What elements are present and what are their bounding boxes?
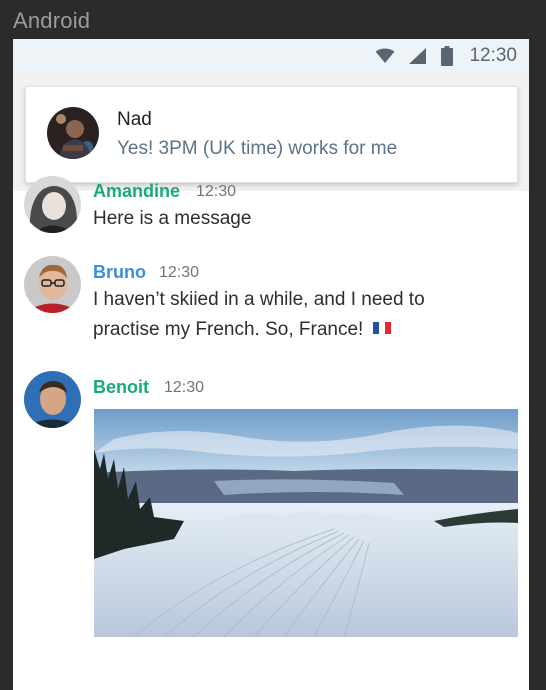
ski-slope-photo[interactable] bbox=[94, 409, 518, 637]
android-screen: 12:30 Nad Yes! 3PM (UK time) works for m… bbox=[13, 39, 529, 690]
message-time: 12:30 bbox=[164, 379, 205, 396]
status-time: 12:30 bbox=[469, 45, 517, 66]
notification-sender: Nad bbox=[117, 109, 152, 130]
notification-message: Yes! 3PM (UK time) works for me bbox=[117, 138, 398, 159]
avatar bbox=[24, 176, 81, 233]
notification-card[interactable]: Nad Yes! 3PM (UK time) works for me bbox=[25, 86, 518, 183]
avatar bbox=[24, 371, 81, 428]
avatar bbox=[47, 107, 99, 159]
sender-name[interactable]: Amandine bbox=[93, 181, 180, 202]
message-time: 12:30 bbox=[196, 183, 237, 200]
battery-icon bbox=[441, 46, 454, 66]
status-bar: 12:30 bbox=[13, 39, 529, 73]
message-text: Here is a message bbox=[93, 208, 252, 229]
sender-name[interactable]: Benoit bbox=[93, 377, 149, 398]
signal-icon bbox=[409, 48, 427, 64]
message-time: 12:30 bbox=[159, 264, 200, 281]
flag-fr-icon bbox=[373, 321, 392, 334]
sender-name[interactable]: Bruno bbox=[93, 262, 146, 283]
wifi-icon bbox=[375, 48, 395, 64]
avatar bbox=[24, 256, 81, 313]
window-title: Android bbox=[13, 8, 91, 33]
message-text: I haven’t skiied in a while, and I need … bbox=[93, 285, 453, 345]
